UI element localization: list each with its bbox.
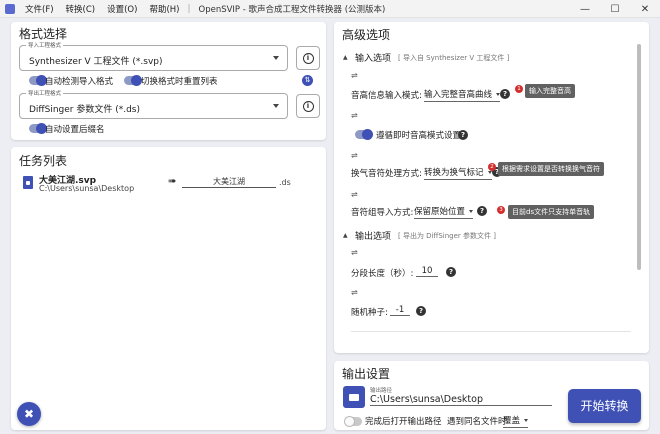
note-group-label: 音符组导入方式: [351, 208, 414, 218]
tip-marker-3: 3 [497, 206, 505, 214]
output-extension: .ds [279, 178, 291, 187]
import-format-value: Synthesizer V 工程文件 (*.svp) [29, 57, 163, 67]
pitch-mode-select[interactable]: 输入完整音高曲线 [424, 88, 501, 102]
dropdown-caret-icon [273, 56, 279, 60]
title-separator: | [187, 3, 191, 14]
pitch-mode-label: 音高信息输入模式: [351, 91, 422, 101]
auto-extension-label: 自动设置后缀名 [45, 125, 105, 135]
collapse-input-icon[interactable]: ▲ [343, 54, 348, 61]
menu-file[interactable]: 文件(F) [25, 3, 54, 15]
reset-on-switch-label: 切换格式时重置列表 [141, 77, 218, 87]
follow-pitch-mode-toggle[interactable] [355, 129, 373, 140]
import-format-select[interactable]: 导入工程格式 Synthesizer V 工程文件 (*.svp) [19, 41, 288, 71]
app-logo-icon [5, 3, 15, 14]
export-format-legend: 导出工程格式 [26, 89, 64, 97]
output-panel-title: 输出设置 [342, 367, 391, 381]
advanced-panel: 高级选项 ▲ 输入选项 [ 导入自 Synthesizer V 工程文件 ] ⇌… [334, 22, 649, 353]
follow-pitch-mode-help-icon[interactable]: ? [458, 130, 468, 140]
window-title: OpenSVIP - 歌声合成工程文件转换器 (公测版本) [198, 4, 386, 15]
follow-pitch-mode-label: 遵循即时音高模式设置 [376, 131, 462, 141]
swap-formats-icon[interactable]: ⇅ [302, 75, 313, 86]
option-icon: ⇌ [351, 248, 358, 257]
output-name-input[interactable]: 大美江湖 [182, 176, 276, 188]
import-info-button[interactable]: i [296, 46, 320, 70]
output-section-title: 输出选项 [355, 232, 392, 242]
export-format-value: DiffSinger 参数文件 (*.ds) [29, 105, 141, 115]
maximize-button[interactable]: ☐ [600, 0, 630, 18]
note-group-select[interactable]: 保留原始位置 [414, 205, 474, 219]
convert-arrow-icon: ➠ [168, 176, 177, 187]
export-info-button[interactable]: i [296, 94, 320, 118]
random-seed-help-icon[interactable]: ? [416, 306, 426, 316]
auto-extension-toggle[interactable] [29, 123, 47, 134]
menu-help[interactable]: 帮助(H) [149, 3, 179, 15]
output-section-hint: [ 导出为 DiffSinger 参数文件 ] [398, 232, 496, 240]
open-after-label: 完成后打开输出路径 [365, 417, 442, 427]
dropdown-caret-icon [273, 104, 279, 108]
format-panel-title: 格式选择 [19, 27, 68, 41]
pitch-mode-help-icon[interactable]: ? [500, 89, 510, 99]
format-panel: 格式选择 导入工程格式 Synthesizer V 工程文件 (*.svp) i… [11, 22, 326, 140]
segment-length-help-icon[interactable]: ? [446, 267, 456, 277]
advanced-scrollbar[interactable] [637, 44, 641, 270]
menu-settings[interactable]: 设置(O) [107, 3, 137, 15]
start-convert-button[interactable]: 开始转换 [568, 389, 641, 423]
option-icon: ⇌ [351, 151, 358, 160]
breath-handling-tooltip: 根据需求设置是否转换换气音符 [498, 162, 604, 176]
conflict-label: 遇到同名文件时 [447, 417, 507, 427]
output-panel: 输出设置 输出路径 C:\Users\sunsa\Desktop 完成后打开输出… [334, 361, 649, 430]
output-path-legend: 输出路径 [370, 388, 393, 394]
note-group-tooltip: 目前ds文件只支持单音轨 [508, 205, 595, 219]
note-group-help-icon[interactable]: ? [477, 206, 487, 216]
input-section-hint: [ 导入自 Synthesizer V 工程文件 ] [398, 54, 510, 62]
title-bar: 文件(F) 转换(C) 设置(O) 帮助(H) | OpenSVIP - 歌声合… [0, 0, 660, 18]
task-list-title: 任务列表 [19, 154, 68, 168]
folder-icon[interactable] [343, 386, 365, 408]
close-button[interactable]: ✕ [630, 0, 660, 18]
clear-tasks-button[interactable]: ✖ [17, 402, 41, 426]
divider [351, 331, 631, 332]
advanced-panel-title: 高级选项 [342, 28, 391, 42]
export-format-select[interactable]: 导出工程格式 DiffSinger 参数文件 (*.ds) [19, 89, 288, 119]
tip-marker-1: 1 [515, 85, 523, 93]
breath-handling-select[interactable]: 转换为换气标记 [424, 166, 492, 180]
segment-length-input[interactable]: 10 [416, 266, 438, 277]
auto-detect-toggle[interactable] [29, 75, 47, 86]
task-file-path: C:\Users\sunsa\Desktop [39, 184, 135, 193]
option-icon: ⇌ [351, 111, 358, 120]
import-format-legend: 导入工程格式 [26, 41, 64, 49]
open-after-toggle[interactable] [344, 416, 362, 427]
reset-on-switch-toggle[interactable] [124, 75, 142, 86]
pitch-mode-tooltip: 输入完整音高 [525, 84, 575, 98]
option-icon: ⇌ [351, 71, 358, 80]
auto-detect-label: 自动检测导入格式 [45, 77, 114, 87]
menu-convert[interactable]: 转换(C) [66, 3, 96, 15]
conflict-select[interactable]: 覆盖 [503, 414, 529, 428]
info-icon: i [302, 100, 314, 112]
window-controls: — ☐ ✕ [570, 0, 660, 18]
input-section-title: 输入选项 [355, 54, 392, 64]
random-seed-input[interactable]: -1 [390, 305, 410, 316]
file-icon [23, 176, 33, 189]
tip-marker-2: 2 [488, 163, 496, 171]
output-path-input[interactable]: C:\Users\sunsa\Desktop [370, 394, 552, 406]
task-list-panel: 任务列表 大美江湖.svp C:\Users\sunsa\Desktop ➠ 大… [11, 147, 326, 430]
collapse-output-icon[interactable]: ▲ [343, 232, 348, 239]
minimize-button[interactable]: — [570, 0, 600, 18]
segment-length-label: 分段长度（秒）: [351, 269, 414, 279]
option-icon: ⇌ [351, 288, 358, 297]
random-seed-label: 随机种子: [351, 308, 388, 318]
breath-handling-label: 换气音符处理方式: [351, 169, 422, 179]
info-icon: i [302, 52, 314, 64]
option-icon: ⇌ [351, 190, 358, 199]
